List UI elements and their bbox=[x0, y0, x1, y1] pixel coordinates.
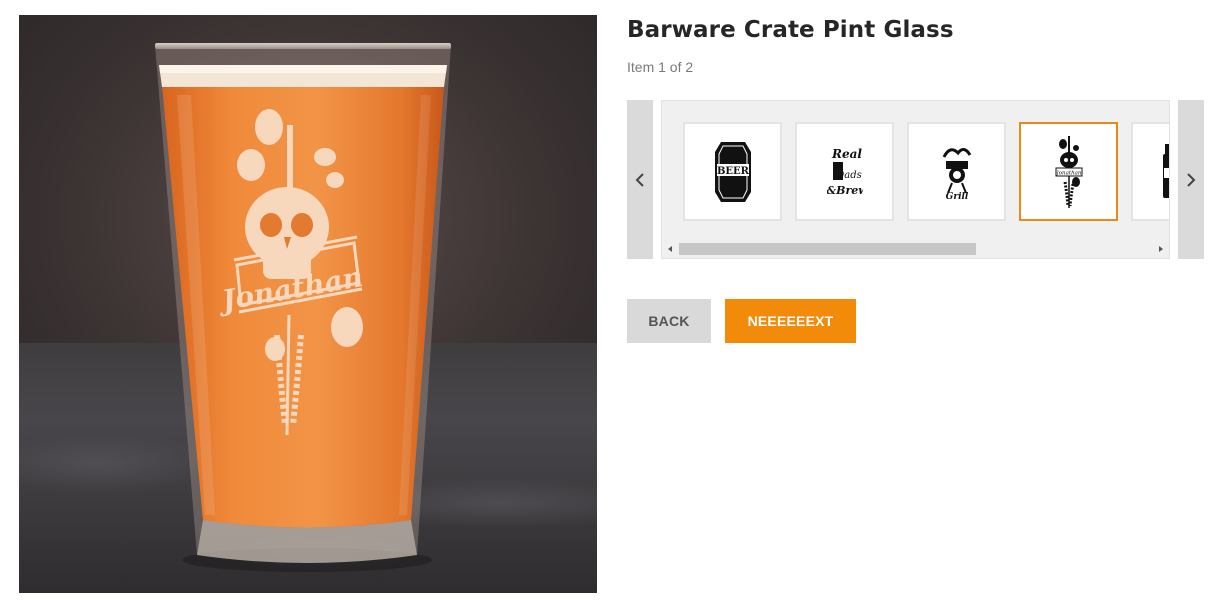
design-thumb-beer-label[interactable]: BEER bbox=[683, 122, 782, 221]
svg-text:Jonathan: Jonathan bbox=[1055, 170, 1081, 176]
bottle-icon bbox=[1163, 144, 1169, 198]
product-photo: Jonathan bbox=[19, 15, 597, 593]
scroll-right-arrow-icon[interactable] bbox=[1157, 245, 1165, 253]
back-button[interactable]: BACK bbox=[627, 299, 711, 343]
svg-text:Dads: Dads bbox=[835, 170, 862, 181]
design-thumb-skull-hops[interactable]: Jonathan bbox=[1019, 122, 1118, 221]
svg-text:&Brew: &Brew bbox=[827, 184, 863, 197]
grill-icon: Grill bbox=[942, 147, 971, 201]
chevron-right-icon bbox=[1187, 172, 1196, 187]
svg-text:BEER: BEER bbox=[716, 166, 749, 177]
scroll-left-arrow-icon[interactable] bbox=[666, 245, 674, 253]
scrollbar-thumb[interactable] bbox=[679, 243, 976, 255]
pint-glass-illustration: Jonathan bbox=[155, 43, 451, 572]
product-title: Barware Crate Pint Glass bbox=[627, 17, 954, 43]
svg-text:Grill: Grill bbox=[945, 192, 968, 201]
carousel-next-button[interactable] bbox=[1178, 100, 1204, 259]
carousel-scrollbar[interactable] bbox=[662, 240, 1169, 258]
design-thumb-real-dads-brew[interactable]: Real Dads &Brew bbox=[795, 122, 894, 221]
design-carousel: BEER Real Dads &Brew Grill bbox=[627, 100, 1204, 259]
beer-label-icon: BEER bbox=[714, 141, 751, 202]
item-counter: Item 1 of 2 bbox=[627, 59, 694, 75]
design-thumb-bottle[interactable] bbox=[1131, 122, 1169, 221]
svg-text:Real: Real bbox=[831, 147, 862, 161]
chevron-left-icon bbox=[635, 172, 644, 187]
carousel-track: BEER Real Dads &Brew Grill bbox=[661, 100, 1170, 259]
carousel-prev-button[interactable] bbox=[627, 100, 653, 259]
real-dads-brew-icon: Real Dads &Brew bbox=[827, 147, 863, 197]
design-thumb-grill[interactable]: Grill bbox=[907, 122, 1006, 221]
skull-hops-icon: Jonathan bbox=[1055, 135, 1082, 208]
next-button[interactable]: NEEEEEEXT bbox=[725, 299, 856, 343]
